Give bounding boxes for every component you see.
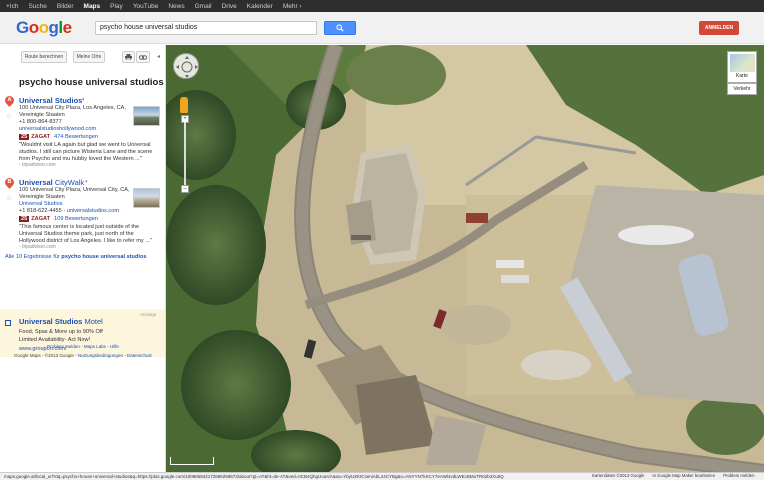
zagat-label: ZAGAT [31, 216, 51, 222]
signin-button[interactable]: ANMELDEN [699, 21, 739, 35]
result-source: - tripadvisor.com [19, 162, 56, 168]
header: Google psycho house universal studios AN… [0, 12, 764, 44]
search-input[interactable]: psycho house universal studios [95, 21, 317, 35]
print-button[interactable] [122, 51, 135, 63]
result-address-line2: Vereinigte Staaten [19, 112, 65, 118]
result-item[interactable]: A ☆ Universal Studios ▾ 100 Universal Ci… [0, 94, 165, 168]
gbar-item-news[interactable]: News [168, 3, 184, 10]
result-menu-icon[interactable]: ▾ [82, 97, 85, 103]
star-icon[interactable]: ☆ [6, 194, 12, 202]
map-maker-link[interactable]: In Google Map Maker bearbeiten [652, 472, 715, 480]
marker-b-icon[interactable]: B [3, 176, 16, 189]
zoom-out-button[interactable]: – [181, 185, 189, 193]
results-panel: Route berechnen Meine Orte ◂ psycho hous… [0, 45, 166, 472]
gbar-item-search[interactable]: Suche [28, 3, 46, 10]
gbar-item-images[interactable]: Bilder [57, 3, 74, 10]
traffic-button[interactable]: Verkehr [727, 83, 757, 95]
search-icon [336, 24, 344, 32]
marker-a-icon[interactable]: A [3, 94, 16, 107]
gbar-item-youtube[interactable]: YouTube [133, 3, 159, 10]
gbar-item-gmail[interactable]: Gmail [195, 3, 212, 10]
result-snippet: "This famous center is located just outs… [19, 224, 152, 244]
result-title[interactable]: Universal Studios [19, 96, 82, 105]
result-address-line1: 100 Universal City Plaza, Los Angeles, C… [19, 105, 126, 111]
ad-line1: Food, Spas & More up to 90% Off [19, 329, 103, 335]
zagat-score: 25 [19, 216, 30, 222]
pan-arrows-icon [176, 56, 198, 78]
result-title[interactable]: Universal CityWalk [19, 178, 84, 187]
star-icon[interactable]: ☆ [6, 112, 12, 120]
map-preview-thumbnail [730, 54, 755, 72]
result-thumbnail[interactable] [133, 188, 160, 208]
result-item[interactable]: B ☆ Universal CityWalk ▾ 100 Universal C… [0, 176, 165, 253]
reviews-link[interactable]: 474 Bewertungen [54, 134, 98, 140]
ad-block[interactable]: Anzeige Universal Studios Motel Food, Sp… [0, 309, 165, 357]
result-menu-icon[interactable]: ▾ [85, 179, 88, 185]
google-bar: +Ich Suche Bilder Maps Play YouTube News… [0, 0, 764, 12]
my-places-button[interactable]: Meine Orte [73, 51, 105, 63]
result-address-line2: Vereinigte Staaten [19, 194, 65, 200]
pan-control[interactable] [173, 53, 199, 79]
result-category[interactable]: Universal Studios [19, 201, 63, 207]
footer-links[interactable]: Problem melden - Maps Labs - Hilfe [0, 344, 165, 349]
gbar-item-maps[interactable]: Maps [84, 3, 101, 10]
query-title: psycho house universal studios [19, 77, 164, 88]
ad-marker-icon [5, 320, 11, 326]
scale-bar [170, 457, 214, 465]
zagat-rating[interactable]: 25 ZAGAT 109 Bewertungen [19, 216, 98, 222]
gbar-item-play[interactable]: Play [110, 3, 123, 10]
ad-title[interactable]: Universal Studios Motel [19, 317, 103, 326]
result-address-line1: 100 Universal City Plaza, Universal City… [19, 187, 130, 193]
gbar-item-me[interactable]: +Ich [6, 3, 18, 10]
report-problem-link[interactable]: Problem melden [723, 472, 754, 480]
map-footer: Kartendaten ©2013 Google In Google Map M… [584, 472, 755, 480]
result-phone: +1 800-864-8377 [19, 119, 62, 125]
route-button[interactable]: Route berechnen [21, 51, 67, 63]
imagery-credit: Kartendaten ©2013 Google [592, 473, 645, 478]
reviews-link[interactable]: 109 Bewertungen [54, 216, 98, 222]
all-results-link[interactable]: Alle 10 Ergebnisse für psycho house univ… [5, 254, 146, 260]
aerial-imagery[interactable] [166, 45, 764, 472]
link-button[interactable] [136, 51, 150, 63]
pegman-icon[interactable] [180, 97, 188, 113]
result-thumbnail[interactable] [133, 106, 160, 126]
zoom-slider[interactable] [184, 119, 186, 189]
footer-copyright: Google Maps - ©2013 Google - Nutzungsbed… [14, 353, 152, 358]
result-snippet: "Wouldnt visit LA again but glad we went… [19, 142, 153, 162]
zagat-label: ZAGAT [31, 134, 51, 140]
search-button[interactable] [324, 21, 356, 35]
result-website-link[interactable]: universalstudioshollywood.com [19, 126, 96, 132]
map-canvas[interactable]: + – Karte Verkehr [166, 45, 764, 472]
print-icon [125, 54, 132, 60]
ad-line2: Limited Availability- Act Now! [19, 337, 91, 343]
collapse-panel-icon[interactable]: ◂ [157, 53, 160, 60]
link-icon [139, 54, 147, 60]
gbar-item-calendar[interactable]: Kalender [247, 3, 273, 10]
result-source: - tripadvisor.com [19, 244, 56, 250]
result-phone-and-site: +1 818-622-4455 · universalstudios.com [19, 208, 119, 214]
gbar-item-drive[interactable]: Drive [222, 3, 237, 10]
zagat-score: 25 [19, 134, 30, 140]
google-logo[interactable]: Google [16, 18, 72, 38]
gbar-item-more[interactable]: Mehr › [283, 3, 302, 10]
map-type-button[interactable]: Karte [727, 51, 757, 83]
panel-toolbar: Route berechnen Meine Orte ◂ [0, 51, 165, 65]
map-type-label: Karte [736, 73, 748, 79]
zagat-rating[interactable]: 25 ZAGAT 474 Bewertungen [19, 134, 98, 140]
ad-label: Anzeige [140, 312, 157, 317]
